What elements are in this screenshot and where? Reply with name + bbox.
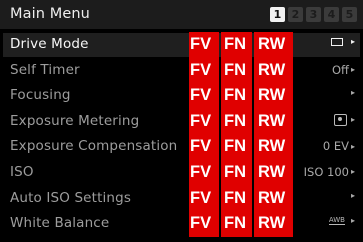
spot-metering-icon <box>333 113 347 126</box>
rw-tag: RW <box>254 159 293 186</box>
menu-item-value: 0 EV ▸ <box>323 139 355 153</box>
page-tab-4[interactable]: 4 <box>324 7 339 22</box>
menu-item-value: AWB ▸ <box>328 216 355 226</box>
overlay-tags: FV FN RW <box>189 32 293 58</box>
menu-item-auto-iso-settings[interactable]: Auto ISO Settings FV FN RW ▸ <box>0 185 363 212</box>
fn-tag: FN <box>221 185 252 212</box>
menu-item-value: Off ▸ <box>332 63 355 77</box>
overlay-tags: FV FN RW <box>189 57 293 84</box>
chevron-right-icon: ▸ <box>350 167 355 177</box>
fv-tag: FV <box>189 159 219 186</box>
rw-tag: RW <box>254 134 293 160</box>
menu-item-value: ▸ <box>333 113 355 126</box>
fv-tag: FV <box>189 134 219 160</box>
overlay-tags: FV FN RW <box>189 134 293 160</box>
chevron-right-icon: ▸ <box>350 190 355 200</box>
menu-item-self-timer[interactable]: Self Timer FV FN RW Off ▸ <box>0 57 363 84</box>
fv-tag: FV <box>189 32 219 58</box>
page-tab-1[interactable]: 1 <box>270 7 285 22</box>
menu-header: Main Menu 1 2 3 4 5 <box>0 0 363 29</box>
fv-tag: FV <box>189 83 219 109</box>
value-text: Off <box>332 62 349 77</box>
chevron-right-icon: ▸ <box>350 141 355 151</box>
menu-item-drive-mode[interactable]: Drive Mode FV FN RW ▸ <box>0 32 363 58</box>
menu-item-value: ▸ <box>351 88 355 97</box>
fn-tag: FN <box>221 134 252 160</box>
fn-tag: FN <box>221 159 252 186</box>
single-frame-icon <box>330 37 343 46</box>
fv-tag: FV <box>189 108 219 135</box>
chevron-right-icon: ▸ <box>350 37 355 46</box>
auto-white-balance-icon: AWB <box>328 216 345 226</box>
page-tab-5[interactable]: 5 <box>342 7 357 22</box>
menu-item-label: Exposure Compensation <box>10 138 178 155</box>
menu-item-label: Auto ISO Settings <box>10 189 132 206</box>
menu-item-label: ISO <box>10 163 34 180</box>
menu-item-label: White Balance <box>10 215 110 232</box>
chevron-right-icon: ▸ <box>350 65 355 75</box>
chevron-right-icon: ▸ <box>350 216 355 226</box>
overlay-tags: FV FN RW <box>189 185 293 212</box>
menu-item-white-balance[interactable]: White Balance FV FN RW AWB ▸ <box>0 211 363 237</box>
value-text: ISO 100 <box>303 164 349 179</box>
page-tab-3[interactable]: 3 <box>306 7 321 22</box>
rw-tag: RW <box>254 83 293 109</box>
overlay-tags: FV FN RW <box>189 108 293 135</box>
menu-item-label: Exposure Metering <box>10 112 140 129</box>
fv-tag: FV <box>189 57 219 84</box>
rw-tag: RW <box>254 108 293 135</box>
overlay-tags: FV FN RW <box>189 211 293 237</box>
menu-item-value: ISO 100 ▸ <box>304 165 355 179</box>
value-text: 0 EV <box>322 139 349 154</box>
menu-item-label: Focusing <box>10 87 71 104</box>
chevron-right-icon: ▸ <box>350 115 355 125</box>
fn-tag: FN <box>221 211 252 237</box>
menu-item-label: Self Timer <box>10 61 80 78</box>
rw-tag: RW <box>254 57 293 84</box>
fn-tag: FN <box>221 83 252 109</box>
rw-tag: RW <box>254 32 293 58</box>
menu-item-iso[interactable]: ISO FV FN RW ISO 100 ▸ <box>0 159 363 186</box>
fv-tag: FV <box>189 211 219 237</box>
overlay-tags: FV FN RW <box>189 83 293 109</box>
fn-tag: FN <box>221 57 252 84</box>
overlay-tags: FV FN RW <box>189 159 293 186</box>
menu-list: Drive Mode FV FN RW ▸ Self Timer FV FN R… <box>0 32 363 237</box>
menu-item-value: ▸ <box>351 191 355 200</box>
fn-tag: FN <box>221 108 252 135</box>
menu-item-label: Drive Mode <box>10 36 89 52</box>
camera-menu-screen: Main Menu 1 2 3 4 5 Drive Mode FV FN RW … <box>0 0 363 242</box>
fv-tag: FV <box>189 185 219 212</box>
menu-item-value: ▸ <box>330 37 355 46</box>
chevron-right-icon: ▸ <box>350 88 355 98</box>
menu-item-exposure-metering[interactable]: Exposure Metering FV FN RW ▸ <box>0 108 363 135</box>
rw-tag: RW <box>254 211 293 237</box>
rw-tag: RW <box>254 185 293 212</box>
menu-page-indicator: 1 2 3 4 5 <box>270 7 357 22</box>
menu-item-focusing[interactable]: Focusing FV FN RW ▸ <box>0 83 363 109</box>
fn-tag: FN <box>221 32 252 58</box>
menu-title: Main Menu <box>10 6 90 22</box>
menu-item-exposure-compensation[interactable]: Exposure Compensation FV FN RW 0 EV ▸ <box>0 134 363 160</box>
page-tab-2[interactable]: 2 <box>288 7 303 22</box>
